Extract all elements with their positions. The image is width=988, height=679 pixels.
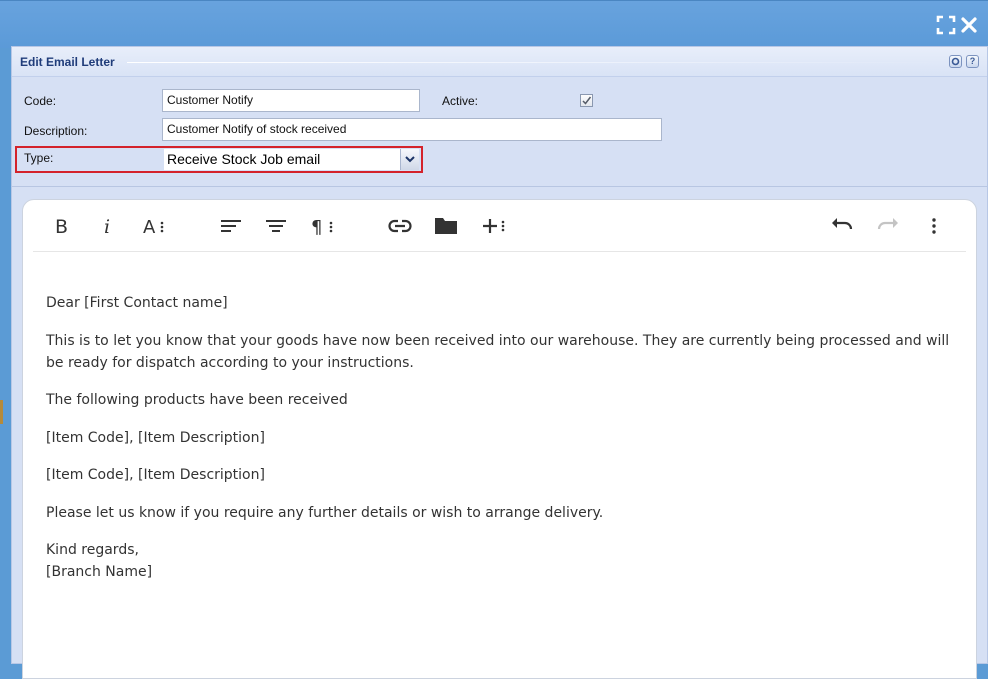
svg-text:i: i	[104, 216, 110, 238]
type-select-value: Receive Stock Job email	[167, 151, 321, 167]
editor-toolbar: B i A ¶	[33, 200, 966, 252]
maximize-icon[interactable]	[936, 15, 956, 35]
description-input[interactable]: Customer Notify of stock received	[162, 118, 662, 141]
link-icon[interactable]	[385, 212, 415, 240]
folder-icon[interactable]	[431, 212, 461, 240]
redo-icon[interactable]	[873, 212, 903, 240]
chevron-down-icon[interactable]	[400, 149, 419, 170]
type-label: Type:	[24, 151, 54, 165]
svg-text:A: A	[143, 217, 156, 238]
paragraph-format-icon[interactable]	[261, 212, 291, 240]
paragraph: Please let us know if you require any fu…	[46, 504, 604, 521]
closing: Kind regards, [Branch Name]	[46, 539, 952, 583]
type-select[interactable]: Receive Stock Job email	[164, 149, 419, 170]
paragraph: [Item Code], [Item Description]	[46, 429, 265, 446]
email-body[interactable]: Dear [First Contact name] This is to let…	[46, 292, 952, 583]
closing-line: [Branch Name]	[46, 564, 153, 580]
paragraph: Dear [First Contact name]	[46, 295, 228, 311]
undo-icon[interactable]	[827, 212, 857, 240]
paragraph: The following products have been receive…	[46, 392, 348, 408]
active-checkbox[interactable]	[580, 94, 593, 107]
paragraph-style-icon[interactable]: ¶	[307, 212, 337, 240]
panel-title: Edit Email Letter	[20, 55, 115, 69]
edit-email-panel: Edit Email Letter ? Code: Customer Notif…	[11, 46, 988, 679]
svg-text:¶: ¶	[311, 217, 322, 238]
align-icon[interactable]	[215, 212, 245, 240]
italic-icon[interactable]: i	[93, 212, 123, 240]
code-label: Code:	[24, 94, 57, 108]
close-icon[interactable]	[959, 15, 979, 35]
paragraph: [Item Code], [Item Description]	[46, 467, 265, 483]
code-input[interactable]: Customer Notify	[162, 89, 420, 112]
type-row-highlight: Type: Receive Stock Job email	[15, 146, 423, 173]
insert-more-icon[interactable]	[479, 212, 509, 240]
description-label: Description:	[24, 124, 88, 138]
background-strip	[0, 48, 11, 664]
closing-line: Kind regards,	[46, 542, 139, 558]
settings-icon[interactable]	[949, 55, 962, 68]
rich-text-editor[interactable]: B i A ¶ Dear [First Contact name] This i…	[22, 199, 977, 679]
bold-icon[interactable]: B	[47, 212, 77, 240]
more-options-icon[interactable]	[919, 212, 949, 240]
panel-header: Edit Email Letter ?	[12, 47, 987, 77]
help-icon[interactable]: ?	[966, 55, 979, 68]
font-size-icon[interactable]: A	[139, 212, 169, 240]
window-title-bar	[0, 0, 988, 48]
paragraph: This is to let you know that your goods …	[46, 332, 950, 371]
active-label: Active:	[442, 94, 479, 108]
svg-text:B: B	[55, 216, 68, 238]
